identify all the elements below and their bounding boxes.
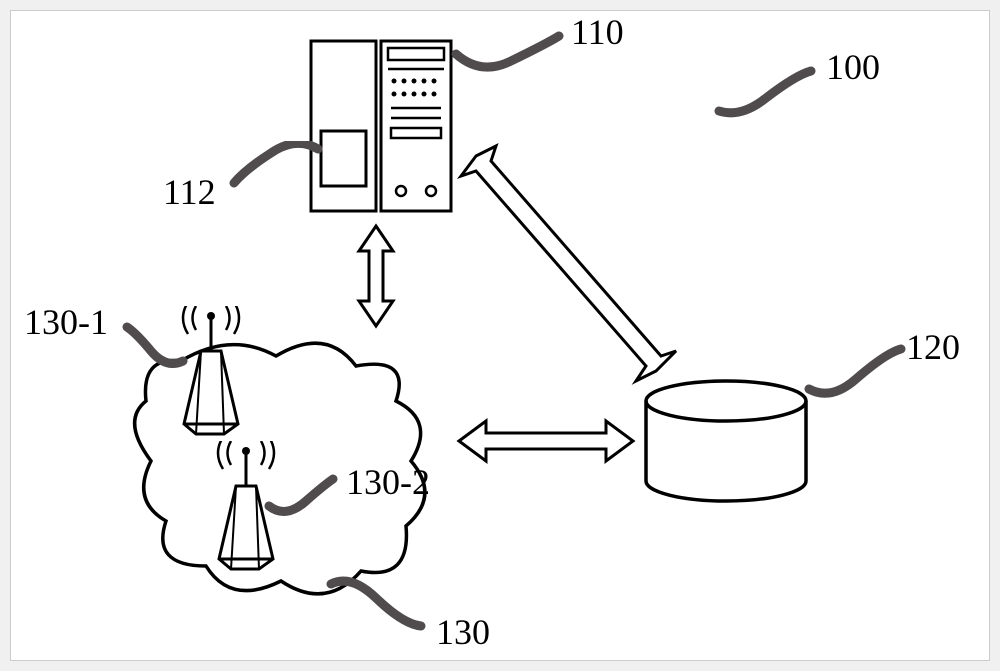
diagram-container: 110 112 100 120 (10, 10, 990, 661)
label-112: 112 (163, 171, 216, 213)
leader-120 (801, 341, 911, 401)
leader-100 (711, 63, 821, 118)
arrow-server-network (351, 221, 401, 331)
database-icon (641, 376, 811, 506)
label-120: 120 (906, 326, 960, 368)
leader-112 (226, 141, 326, 191)
leader-110 (451, 26, 571, 76)
leader-130-2 (261, 471, 341, 521)
label-100: 100 (826, 46, 880, 88)
label-130: 130 (436, 611, 490, 653)
label-110: 110 (571, 11, 624, 53)
arrow-network-db (451, 411, 641, 471)
label-130-1: 130-1 (24, 301, 108, 343)
server-icon (306, 36, 456, 216)
label-130-2: 130-2 (346, 461, 430, 503)
leader-130 (321, 576, 431, 636)
leader-130-1 (121, 321, 191, 371)
arrow-server-db (456, 141, 686, 391)
